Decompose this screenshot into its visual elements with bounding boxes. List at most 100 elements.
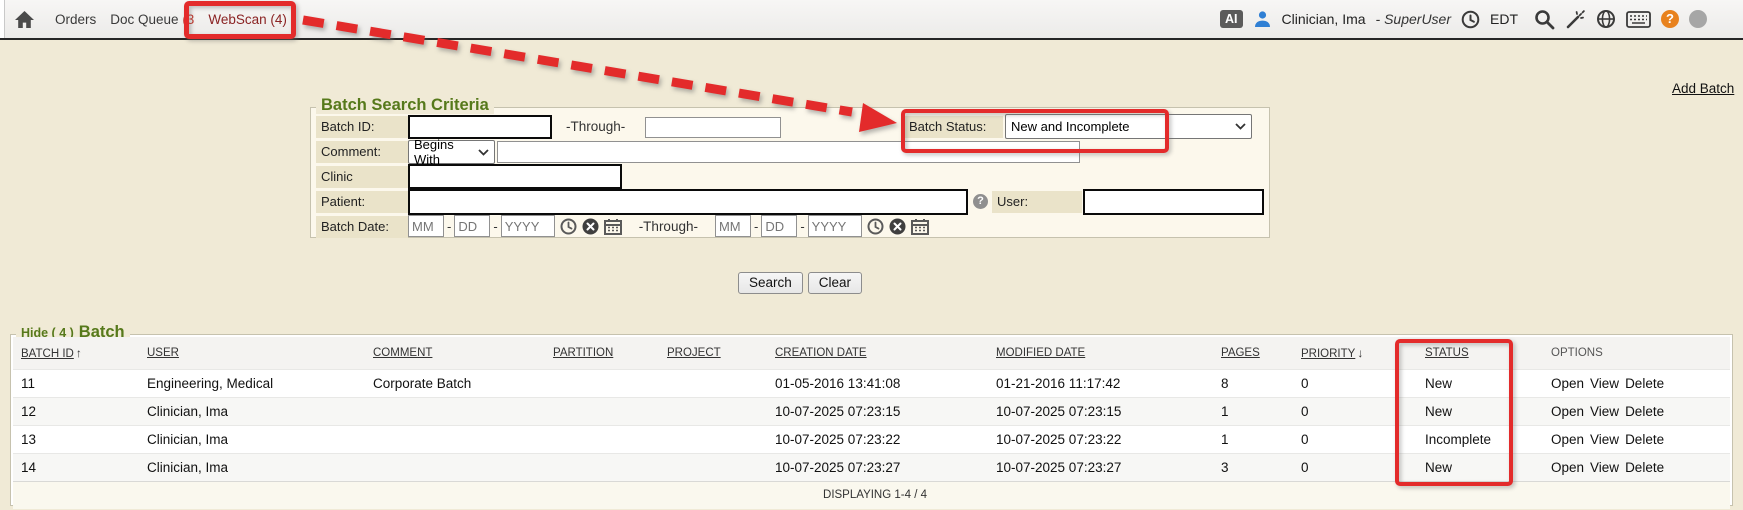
cell-user: Clinician, Ima <box>139 453 365 481</box>
open-link[interactable]: Open <box>1551 432 1584 447</box>
batch-date-to-month-input[interactable] <box>715 215 751 237</box>
batch-date-from-day-input[interactable] <box>454 215 490 237</box>
open-link[interactable]: Open <box>1551 404 1584 419</box>
column-header-partition[interactable]: PARTITION <box>553 347 613 359</box>
home-button[interactable] <box>14 10 35 29</box>
time-icon[interactable] <box>867 218 884 235</box>
patient-input[interactable] <box>408 189 968 215</box>
clear-button[interactable]: Clear <box>808 272 862 294</box>
cell-modified-date: 10-07-2025 07:23:15 <box>988 397 1213 425</box>
view-link[interactable]: View <box>1590 432 1619 447</box>
column-header-modified-date[interactable]: MODIFIED DATE <box>996 347 1085 359</box>
batch-date-from-year-input[interactable] <box>501 215 555 237</box>
main-nav: Orders Doc Queue (3 WebScan (4) <box>14 10 287 29</box>
batch-date-row: - - -Through- - - <box>408 214 929 238</box>
user-input[interactable] <box>1083 189 1264 215</box>
comment-input[interactable] <box>497 141 1080 163</box>
column-header-batch-id[interactable]: BATCH ID <box>21 348 74 360</box>
open-link[interactable]: Open <box>1551 460 1584 475</box>
column-header-priority[interactable]: PRIORITY <box>1301 348 1355 360</box>
delete-link[interactable]: Delete <box>1625 376 1664 391</box>
globe-icon[interactable] <box>1596 9 1616 29</box>
time-icon[interactable] <box>560 218 577 235</box>
timezone-label: EDT <box>1490 11 1518 27</box>
cell-creation-date: 10-07-2025 07:23:27 <box>767 453 988 481</box>
cell-modified-date: 10-07-2025 07:23:22 <box>988 425 1213 453</box>
cell-options: Open View Delete <box>1543 397 1730 425</box>
clock-icon <box>1461 10 1480 29</box>
cell-batch-id: 12 <box>13 397 139 425</box>
nav-item-doc-queue-count: (3 <box>182 12 194 27</box>
view-link[interactable]: View <box>1590 404 1619 419</box>
clear-date-icon[interactable] <box>889 218 906 235</box>
date-dash: - <box>493 219 497 234</box>
batch-id-through-label: -Through- <box>566 119 625 134</box>
wand-icon[interactable] <box>1565 9 1586 30</box>
cell-pages: 3 <box>1213 453 1293 481</box>
user-name: Clinician, Ima <box>1282 11 1366 27</box>
cell-pages: 1 <box>1213 397 1293 425</box>
batch-date-through-label: -Through- <box>639 219 698 234</box>
criteria-legend: Batch Search Criteria <box>316 96 494 114</box>
column-header-project[interactable]: PROJECT <box>667 347 721 359</box>
column-header-comment[interactable]: COMMENT <box>373 347 432 359</box>
batch-date-from-month-input[interactable] <box>408 215 444 237</box>
nav-item-orders[interactable]: Orders <box>55 12 96 27</box>
cell-options: Open View Delete <box>1543 453 1730 481</box>
view-link[interactable]: View <box>1590 460 1619 475</box>
ai-badge[interactable]: AI <box>1220 10 1243 28</box>
batch-status-select[interactable]: New and Incomplete <box>1005 114 1252 139</box>
clinic-location-input[interactable] <box>408 164 622 189</box>
comment-label: Comment: <box>316 141 408 163</box>
cell-priority: 0 <box>1293 369 1417 397</box>
column-header-pages[interactable]: PAGES <box>1221 347 1260 359</box>
batch-id-to-input[interactable] <box>645 117 781 138</box>
column-header-options: OPTIONS <box>1551 347 1603 359</box>
calendar-icon[interactable] <box>911 218 929 235</box>
batch-date-to-year-input[interactable] <box>808 215 862 237</box>
cell-status: New <box>1417 369 1543 397</box>
cell-batch-id: 11 <box>13 369 139 397</box>
nav-item-webscan[interactable]: WebScan (4) <box>208 12 287 27</box>
date-dash: - <box>447 219 451 234</box>
help-icon[interactable]: ? <box>1661 10 1679 28</box>
cell-comment <box>365 453 545 481</box>
delete-link[interactable]: Delete <box>1625 432 1664 447</box>
clear-date-icon[interactable] <box>582 218 599 235</box>
nav-item-doc-queue[interactable]: Doc Queue (3 <box>110 12 194 27</box>
top-navigation-bar: Orders Doc Queue (3 WebScan (4) AI Clini… <box>0 0 1743 40</box>
patient-help-icon[interactable]: ? <box>973 194 988 209</box>
batch-date-label: Batch Date: <box>316 216 408 238</box>
delete-link[interactable]: Delete <box>1625 404 1664 419</box>
cell-modified-date: 10-07-2025 07:23:27 <box>988 453 1213 481</box>
batch-search-criteria-panel: Batch Search Criteria Batch ID: -Through… <box>310 107 1270 238</box>
comment-operator-select[interactable]: Begins With <box>408 140 495 164</box>
view-link[interactable]: View <box>1590 376 1619 391</box>
column-header-user[interactable]: USER <box>147 347 179 359</box>
search-button[interactable]: Search <box>738 272 803 294</box>
sort-ascending-icon: ↑ <box>76 346 82 360</box>
cell-user: Clinician, Ima <box>139 397 365 425</box>
user-icon[interactable] <box>1253 10 1272 28</box>
delete-link[interactable]: Delete <box>1625 460 1664 475</box>
calendar-icon[interactable] <box>604 218 622 235</box>
batch-status-value: New and Incomplete <box>1011 119 1130 134</box>
cell-user: Clinician, Ima <box>139 425 365 453</box>
date-dash: - <box>800 219 804 234</box>
cell-options: Open View Delete <box>1543 369 1730 397</box>
open-link[interactable]: Open <box>1551 376 1584 391</box>
table-footer-row: DISPLAYING 1-4 / 4 <box>13 481 1730 509</box>
keyboard-icon[interactable] <box>1626 11 1651 28</box>
cell-project <box>659 397 767 425</box>
add-batch-link[interactable]: Add Batch <box>1672 81 1734 96</box>
cell-project <box>659 425 767 453</box>
batch-date-to-day-input[interactable] <box>761 215 797 237</box>
cell-status: New <box>1417 453 1543 481</box>
column-header-creation-date[interactable]: CREATION DATE <box>775 347 867 359</box>
search-icon[interactable] <box>1534 9 1555 30</box>
cell-partition <box>545 369 659 397</box>
batch-id-from-input[interactable] <box>408 115 552 139</box>
home-icon <box>14 10 35 29</box>
column-header-status[interactable]: STATUS <box>1425 347 1469 359</box>
patient-label: Patient: <box>316 191 408 213</box>
